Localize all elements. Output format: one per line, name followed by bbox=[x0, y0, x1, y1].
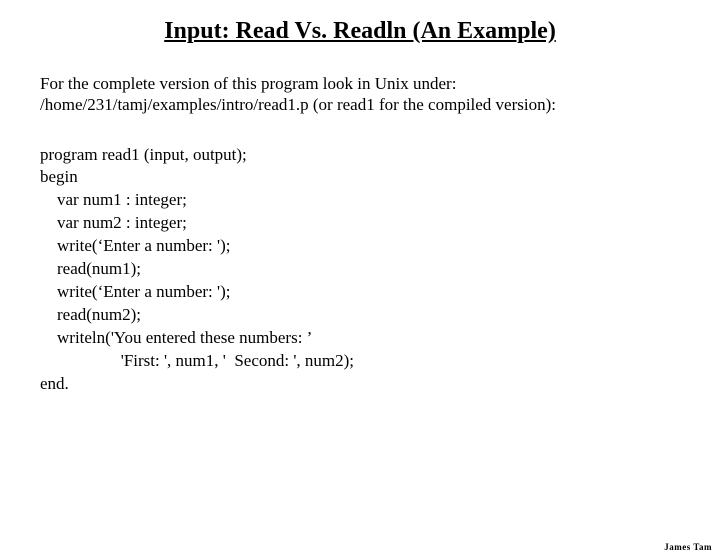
intro-text: For the complete version of this program… bbox=[40, 73, 680, 116]
code-block: program read1 (input, output); begin var… bbox=[40, 144, 680, 396]
intro-line-1: For the complete version of this program… bbox=[40, 73, 680, 94]
footer-author: James Tam bbox=[664, 542, 712, 552]
slide-title: Input: Read Vs. Readln (An Example) bbox=[0, 18, 720, 45]
intro-line-2: /home/231/tamj/examples/intro/read1.p (o… bbox=[40, 94, 680, 115]
slide-body: For the complete version of this program… bbox=[40, 73, 680, 396]
slide: Input: Read Vs. Readln (An Example) For … bbox=[0, 18, 720, 558]
